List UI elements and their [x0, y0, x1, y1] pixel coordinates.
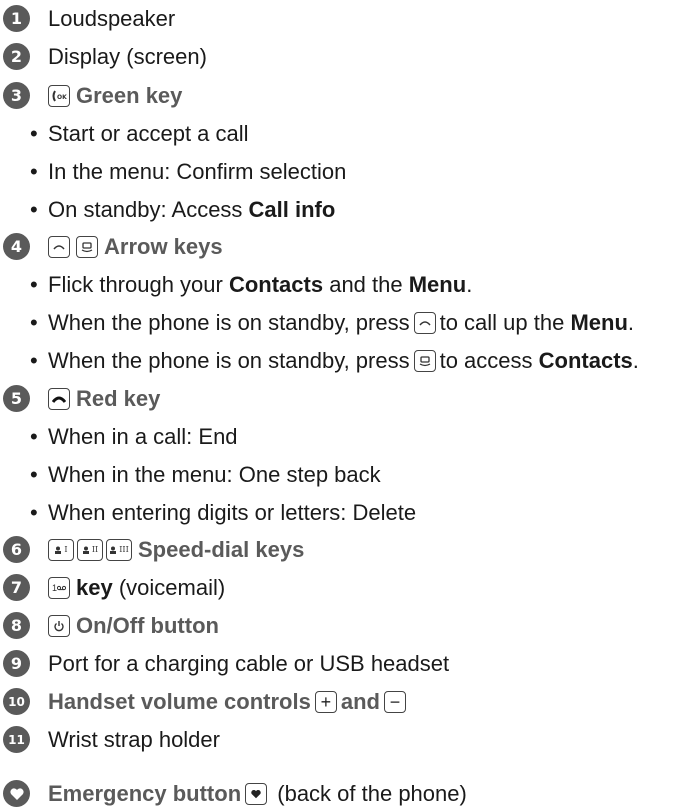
bullet-text: Start or accept a call — [48, 121, 249, 146]
number-badge: 10 — [3, 688, 30, 715]
bullet-text: to call up the — [439, 310, 571, 335]
bullet-text: to access — [439, 348, 539, 373]
item-label: Handset volume controls — [48, 689, 311, 714]
number-badge: 5 — [3, 385, 30, 412]
number-badge: 1 — [3, 5, 30, 32]
bullet-text: . — [627, 310, 635, 335]
number-badge: 3 — [3, 82, 30, 109]
bullet-dot: • — [30, 310, 38, 335]
item-heading: Red key — [48, 386, 160, 412]
item-heading: 1 key (voicemail) — [48, 575, 225, 601]
item-suffix: (back of the phone) — [271, 781, 467, 806]
bullet-text: Flick through your — [48, 272, 229, 297]
item-label: Emergency button — [48, 781, 242, 806]
bullet-bold: Menu — [408, 272, 467, 297]
bullet-dot: • — [30, 272, 38, 297]
bullet-dot: • — [30, 121, 38, 146]
bullet-dot: • — [30, 197, 38, 222]
bullet-text: When in the menu: One step back — [48, 462, 381, 487]
plus-key-icon: + — [314, 691, 337, 713]
arrow-up-key-icon — [48, 236, 70, 258]
item-label: Speed-dial keys — [138, 537, 305, 562]
item-label: key — [76, 575, 113, 600]
item-label: Loudspeaker — [48, 6, 176, 31]
hang-up-icon — [48, 388, 70, 410]
speed-dial-key-icon: III — [106, 539, 132, 561]
heart-icon — [3, 780, 30, 807]
bullet-text: . — [466, 272, 473, 297]
number-badge: 8 — [3, 612, 30, 639]
bullet-bold: Contacts — [538, 348, 633, 373]
bullet-text: When in a call: End — [48, 424, 238, 449]
item-label: Wrist strap holder — [48, 727, 220, 752]
bullet-text: When the phone is on standby, press — [48, 348, 410, 373]
bullet-bold: Call info — [248, 197, 336, 222]
number-badge: 7 — [3, 574, 30, 601]
item-label: Port for a charging cable or USB headset — [48, 651, 450, 676]
bullet-text: When entering digits or letters: Delete — [48, 500, 417, 525]
arrow-up-key-icon — [413, 312, 436, 334]
bullet-dot: • — [30, 424, 38, 449]
item-label: Display (screen) — [48, 44, 207, 69]
bullet-text: . — [632, 348, 639, 373]
power-icon — [48, 615, 70, 637]
speed-dial-key-icon: II — [77, 539, 103, 561]
minus-key-icon: − — [383, 691, 406, 713]
bullet-text: When the phone is on standby, press — [48, 310, 410, 335]
bullet-text: and the — [323, 272, 409, 297]
item-heading: On/Off button — [48, 613, 219, 639]
item-suffix: (voicemail) — [112, 575, 226, 600]
phone-ok-icon: OK — [48, 85, 70, 107]
bullet-bold: Menu — [570, 310, 628, 335]
item-heading: I II III Speed-dial keys — [48, 537, 304, 563]
speed-dial-key-icon: I — [48, 539, 74, 561]
number-badge: 2 — [3, 43, 30, 70]
item-heading: OK Green key — [48, 83, 182, 109]
heart-icon — [245, 783, 268, 805]
bullet-dot: • — [30, 462, 38, 487]
item-label: Arrow keys — [104, 234, 223, 259]
contacts-key-icon — [413, 350, 436, 372]
bullet-bold: Contacts — [228, 272, 324, 297]
voicemail-key-icon: 1 — [48, 577, 70, 599]
contacts-key-icon — [76, 236, 98, 258]
svg-text:OK: OK — [57, 94, 67, 101]
bullet-text: In the menu: Confirm selection — [48, 159, 347, 184]
bullet-dot: • — [30, 500, 38, 525]
bullet-dot: • — [30, 348, 38, 373]
number-badge: 9 — [3, 650, 30, 677]
item-heading: Handset volume controls + and − — [48, 689, 410, 715]
item-label: Green key — [76, 83, 183, 108]
item-label: Red key — [76, 386, 161, 411]
number-badge: 4 — [3, 233, 30, 260]
item-heading: Emergency button (back of the phone) — [48, 781, 467, 807]
and-label: and — [340, 689, 380, 714]
bullet-dot: • — [30, 159, 38, 184]
item-heading: Arrow keys — [48, 234, 223, 260]
item-label: On/Off button — [76, 613, 219, 638]
bullet-text: On standby: Access — [48, 197, 249, 222]
number-badge: 6 — [3, 536, 30, 563]
number-badge: 11 — [3, 726, 30, 753]
